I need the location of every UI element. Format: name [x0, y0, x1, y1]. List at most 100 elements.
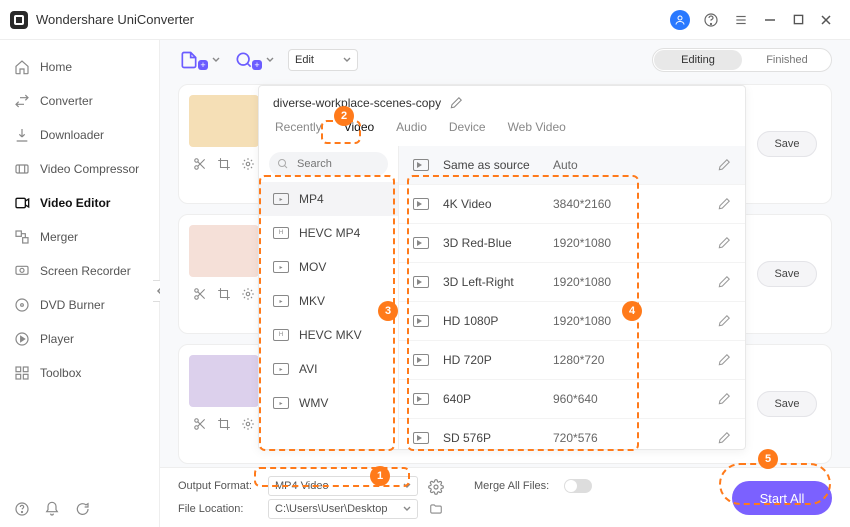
- video-thumbnail[interactable]: [189, 225, 259, 277]
- sidebar-item-player[interactable]: Player: [0, 322, 159, 356]
- sidebar-item-home[interactable]: Home: [0, 50, 159, 84]
- rename-icon[interactable]: [449, 96, 463, 110]
- format-list: ▸MP4 HHEVC MP4 ▸MOV ▸MKV HHEVC MKV ▸AVI …: [259, 182, 398, 449]
- resolution-row[interactable]: 640P960*640: [399, 379, 745, 418]
- tab-recently[interactable]: Recently: [273, 116, 324, 138]
- sidebar-item-label: Downloader: [40, 128, 104, 142]
- sidebar-item-downloader[interactable]: Downloader: [0, 118, 159, 152]
- sidebar-item-toolbox[interactable]: Toolbox: [0, 356, 159, 390]
- edit-dropdown[interactable]: Edit: [288, 49, 358, 71]
- edit-preset-icon[interactable]: [717, 158, 731, 172]
- crop-icon[interactable]: [217, 287, 231, 301]
- resolution-row[interactable]: 3D Red-Blue1920*1080: [399, 223, 745, 262]
- seg-editing[interactable]: Editing: [654, 50, 742, 70]
- format-item-hevc-mp4[interactable]: HHEVC MP4: [259, 216, 398, 250]
- format-item-hevc-mkv[interactable]: H HEVC MKV: [259, 318, 398, 352]
- download-icon: [14, 127, 30, 143]
- account-avatar[interactable]: [670, 10, 690, 30]
- start-all-button[interactable]: Start All: [732, 481, 832, 515]
- resolution-row-header[interactable]: Same as source Auto: [399, 146, 745, 184]
- save-button[interactable]: Save: [757, 391, 817, 417]
- merge-label: Merge All Files:: [474, 480, 554, 492]
- format-item-mkv[interactable]: ▸MKV: [259, 284, 398, 318]
- add-file-button[interactable]: +: [178, 50, 220, 70]
- support-icon[interactable]: [702, 11, 720, 29]
- edit-preset-icon[interactable]: [717, 275, 731, 289]
- format-item-label: HEVC MKV: [299, 328, 362, 342]
- tab-web-video[interactable]: Web Video: [506, 116, 568, 138]
- crop-icon[interactable]: [217, 417, 231, 431]
- sidebar-item-compressor[interactable]: Video Compressor: [0, 152, 159, 186]
- resolution-name: 3D Left-Right: [443, 275, 553, 289]
- save-button[interactable]: Save: [757, 261, 817, 287]
- converter-icon: [14, 93, 30, 109]
- format-icon: ▸: [273, 295, 289, 307]
- resolution-dim: 720*576: [553, 431, 717, 445]
- sidebar-item-merger[interactable]: Merger: [0, 220, 159, 254]
- seg-finished[interactable]: Finished: [743, 49, 831, 71]
- menu-icon[interactable]: [732, 11, 750, 29]
- crop-icon[interactable]: [217, 157, 231, 171]
- format-item-mp4[interactable]: ▸MP4: [259, 182, 398, 216]
- open-folder-icon[interactable]: [428, 502, 444, 516]
- effect-icon[interactable]: [241, 417, 255, 431]
- video-thumbnail[interactable]: [189, 95, 259, 147]
- edit-preset-icon[interactable]: [717, 392, 731, 406]
- edit-preset-icon[interactable]: [717, 236, 731, 250]
- trim-icon[interactable]: [193, 287, 207, 301]
- resolution-row[interactable]: 3D Left-Right1920*1080: [399, 262, 745, 301]
- resolution-dim: Auto: [553, 158, 717, 172]
- format-item-avi[interactable]: ▸AVI: [259, 352, 398, 386]
- format-item-mov[interactable]: ▸MOV: [259, 250, 398, 284]
- trim-icon[interactable]: [193, 157, 207, 171]
- close-button[interactable]: [812, 6, 840, 34]
- settings-icon[interactable]: [428, 479, 444, 493]
- format-item-wmv[interactable]: ▸WMV: [259, 386, 398, 420]
- resolution-row[interactable]: SD 576P720*576: [399, 418, 745, 449]
- feedback-icon[interactable]: [74, 501, 90, 517]
- format-icon: H: [273, 329, 289, 341]
- player-icon: [14, 331, 30, 347]
- effect-icon[interactable]: [241, 157, 255, 171]
- sidebar-item-label: Toolbox: [40, 366, 81, 380]
- output-format-dropdown[interactable]: MP4 Video: [268, 476, 418, 496]
- sidebar-item-converter[interactable]: Converter: [0, 84, 159, 118]
- edit-preset-icon[interactable]: [717, 197, 731, 211]
- edit-preset-icon[interactable]: [717, 353, 731, 367]
- edit-preset-icon[interactable]: [717, 431, 731, 445]
- notification-icon[interactable]: [44, 501, 60, 517]
- merge-toggle[interactable]: [564, 479, 592, 493]
- panel-filename: diverse-workplace-scenes-copy: [273, 96, 441, 110]
- resolution-row[interactable]: HD 1080P1920*1080: [399, 301, 745, 340]
- maximize-button[interactable]: [784, 6, 812, 34]
- help-icon[interactable]: [14, 501, 30, 517]
- sidebar-item-label: Merger: [40, 230, 78, 244]
- format-item-label: AVI: [299, 362, 317, 376]
- sidebar-item-label: Screen Recorder: [40, 264, 131, 278]
- trim-icon[interactable]: [193, 417, 207, 431]
- video-thumbnail[interactable]: [189, 355, 259, 407]
- tab-video[interactable]: Video: [342, 116, 376, 138]
- file-location-dropdown[interactable]: C:\Users\User\Desktop: [268, 499, 418, 519]
- format-panel: diverse-workplace-scenes-copy Recently V…: [258, 85, 746, 450]
- resolution-row[interactable]: 4K Video3840*2160: [399, 184, 745, 223]
- edit-preset-icon[interactable]: [717, 314, 731, 328]
- tab-device[interactable]: Device: [447, 116, 488, 138]
- resolution-row[interactable]: HD 720P1280*720: [399, 340, 745, 379]
- format-icon: H: [273, 227, 289, 239]
- sidebar-item-label: Video Editor: [40, 196, 110, 210]
- video-icon: [413, 237, 429, 249]
- tab-audio[interactable]: Audio: [394, 116, 429, 138]
- effect-icon[interactable]: [241, 287, 255, 301]
- sidebar-item-dvd-burner[interactable]: DVD Burner: [0, 288, 159, 322]
- sidebar-item-video-editor[interactable]: Video Editor: [0, 186, 159, 220]
- format-item-label: WMV: [299, 396, 328, 410]
- format-icon: ▸: [273, 261, 289, 273]
- output-format-value: MP4 Video: [275, 480, 329, 492]
- sidebar-item-screen-recorder[interactable]: Screen Recorder: [0, 254, 159, 288]
- resolution-dim: 960*640: [553, 392, 717, 406]
- minimize-button[interactable]: [756, 6, 784, 34]
- add-url-button[interactable]: +: [234, 50, 274, 70]
- resolution-dim: 1280*720: [553, 353, 717, 367]
- save-button[interactable]: Save: [757, 131, 817, 157]
